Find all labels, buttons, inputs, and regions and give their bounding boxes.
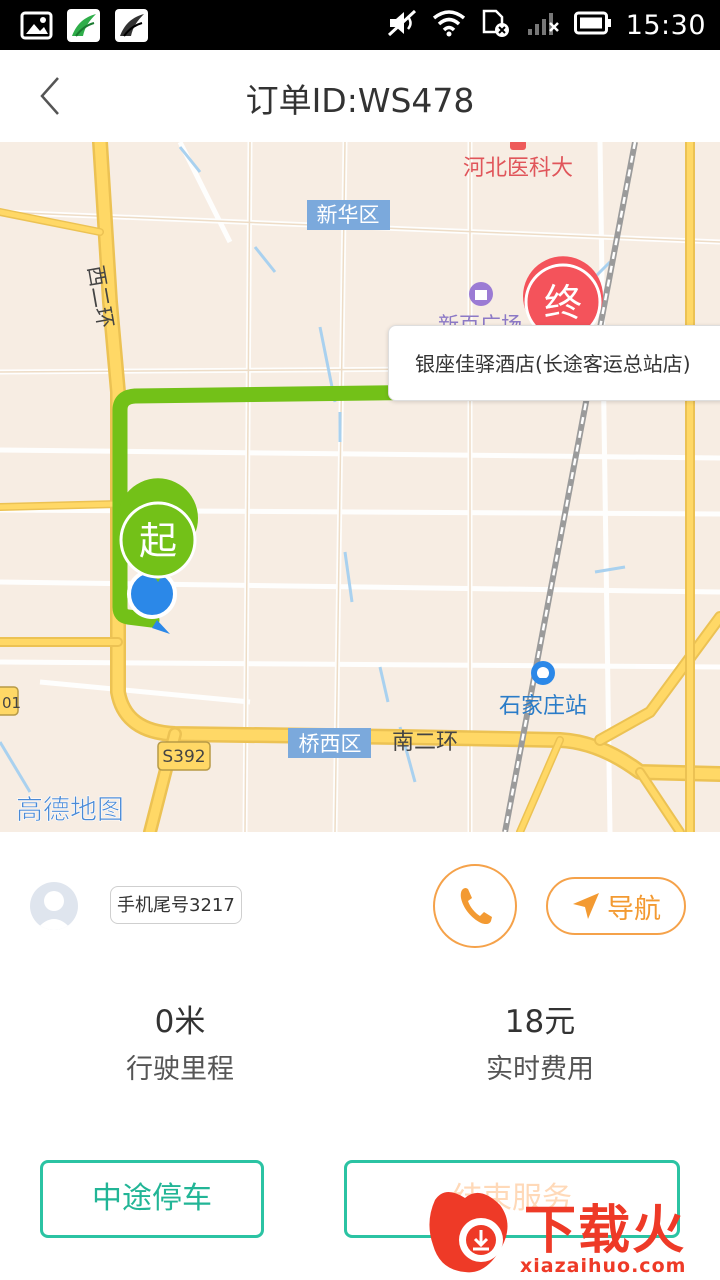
navigation-arrow-icon: [573, 893, 599, 919]
phone-tail-tag: 手机尾号3217: [110, 886, 242, 924]
label-xinhua-district: 新华区: [317, 203, 380, 227]
watermark-domain: xiazaihuo.com: [520, 1255, 687, 1277]
call-button[interactable]: [433, 864, 517, 948]
label-south-second-ring: 南二环: [392, 730, 458, 755]
phone-icon: [460, 888, 492, 925]
amap-logo: 高德地图: [16, 795, 124, 826]
status-bar: 15:30: [0, 0, 720, 50]
shopping-poi-icon: [469, 282, 493, 306]
top-nav-bar: 订单ID:WS478: [0, 50, 720, 143]
clock: 15:30: [625, 9, 706, 41]
distance-stat: 0米 行驶里程: [30, 996, 330, 1086]
fee-label: 实时费用: [486, 1054, 594, 1085]
sim-error-icon: [480, 8, 512, 42]
label-left-shield: 01: [2, 694, 21, 712]
label-shijiazhuang-station: 石家庄站: [499, 694, 587, 719]
bird-app-mono-notification-icon: [115, 9, 148, 42]
mute-icon: [386, 8, 418, 42]
wifi-icon: [432, 9, 466, 41]
fee-value: 18元: [504, 1004, 576, 1040]
signal-icon: [526, 9, 560, 41]
end-marker-text: 终: [544, 281, 582, 325]
start-marker-text: 起: [139, 519, 177, 563]
label-hebei-medical: 河北医科大: [463, 156, 573, 181]
navigate-label: 导航: [607, 893, 661, 925]
route-map[interactable]: 起 终 河北医科大 新华区 新百广场 石家庄站 桥西区 南二环 S392 01 …: [0, 142, 720, 832]
bird-app-notification-icon: [67, 9, 100, 42]
hospital-poi-icon: [510, 142, 526, 150]
map-canvas: 起 终 河北医科大 新华区 新百广场 石家庄站 桥西区 南二环 S392 01 …: [0, 142, 720, 832]
destination-callout: 银座佳驿酒店(长途客运总站店): [388, 325, 720, 401]
distance-value: 0米: [154, 1004, 206, 1040]
label-s392: S392: [162, 747, 205, 767]
passenger-avatar: [30, 882, 78, 930]
midway-stop-button[interactable]: 中途停车: [40, 1160, 264, 1238]
fee-stat: 18元 实时费用: [390, 996, 690, 1086]
page-title: 订单ID:WS478: [245, 81, 475, 120]
navigate-button[interactable]: 导航: [546, 877, 686, 935]
railway-station-icon: [531, 661, 555, 685]
distance-label: 行驶里程: [126, 1054, 234, 1085]
watermark-brand: 下载火: [524, 1201, 687, 1261]
label-qiaoxi-district: 桥西区: [299, 732, 362, 756]
battery-icon: [573, 11, 612, 39]
gallery-notification-icon: [20, 9, 53, 42]
